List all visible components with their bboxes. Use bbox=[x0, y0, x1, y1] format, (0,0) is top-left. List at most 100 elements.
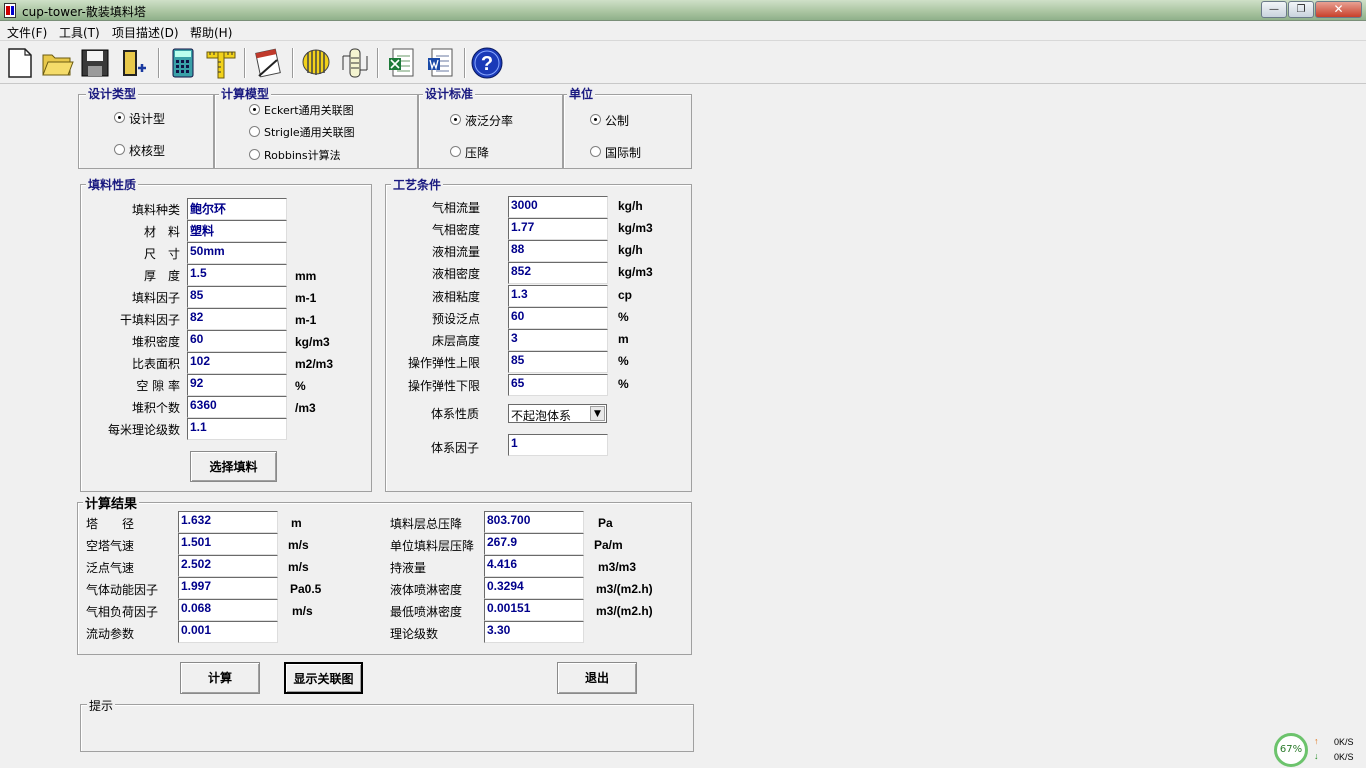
close-button[interactable]: ✕ bbox=[1315, 1, 1362, 18]
new-file-icon[interactable] bbox=[3, 46, 37, 80]
result-value-field[interactable]: 0.068 bbox=[178, 599, 278, 621]
result-label: 理论级数 bbox=[390, 627, 439, 641]
notepad-icon[interactable] bbox=[251, 46, 285, 80]
packing-value-field[interactable]: 6360 bbox=[187, 396, 287, 418]
select-packing-button[interactable]: 选择填料 bbox=[190, 451, 277, 482]
process-value-field[interactable]: 85 bbox=[508, 351, 608, 373]
minimize-button[interactable]: — bbox=[1261, 1, 1287, 18]
result-label: 液体喷淋密度 bbox=[390, 583, 463, 597]
packing-unit: % bbox=[295, 379, 306, 393]
process-value-field[interactable]: 65 bbox=[508, 374, 608, 396]
result-value-field[interactable]: 0.3294 bbox=[484, 577, 584, 599]
process-unit: kg/h bbox=[618, 199, 643, 213]
packing-label: 堆积个数 bbox=[131, 401, 180, 415]
result-value-field[interactable]: 267.9 bbox=[484, 533, 584, 555]
result-value-field[interactable]: 0.001 bbox=[178, 621, 278, 643]
toolbar-separator bbox=[464, 48, 466, 78]
show-chart-button[interactable]: 显示关联图 bbox=[284, 662, 363, 694]
packing-value-field[interactable]: 1.5 bbox=[187, 264, 287, 286]
exit-button[interactable]: 退出 bbox=[557, 662, 637, 694]
packing-value-field[interactable]: 50mm bbox=[187, 242, 287, 264]
process-value-field[interactable]: 1.77 bbox=[508, 218, 608, 240]
menu-help[interactable]: 帮助(H) bbox=[190, 24, 232, 41]
download-arrow-icon: ↓ bbox=[1314, 751, 1319, 761]
result-unit: m bbox=[291, 516, 302, 530]
packing-value-field[interactable]: 塑料 bbox=[187, 220, 287, 242]
cpu-gauge: 67% bbox=[1274, 733, 1308, 767]
packing-value-field[interactable]: 85 bbox=[187, 286, 287, 308]
packing-label: 填料种类 bbox=[131, 203, 180, 217]
word-icon[interactable] bbox=[424, 46, 458, 80]
process-value-field[interactable]: 88 bbox=[508, 240, 608, 262]
exit-door-icon[interactable] bbox=[116, 46, 150, 80]
process-value-field[interactable]: 60 bbox=[508, 307, 608, 329]
pump-icon[interactable] bbox=[299, 46, 333, 80]
result-value-field[interactable]: 2.502 bbox=[178, 555, 278, 577]
packing-value-field[interactable]: 1.1 bbox=[187, 418, 287, 440]
help-icon[interactable]: ? bbox=[470, 46, 504, 80]
calc-model-radio-eckert[interactable] bbox=[249, 104, 260, 115]
result-value-field[interactable]: 4.416 bbox=[484, 555, 584, 577]
packing-value-field[interactable]: 92 bbox=[187, 374, 287, 396]
maximize-button[interactable]: ❐ bbox=[1288, 1, 1314, 18]
design-type-radio-check[interactable] bbox=[114, 144, 125, 155]
network-monitor-widget[interactable]: 67% ↑ 0K/S ↓ 0K/S bbox=[1272, 732, 1366, 768]
svg-text:?: ? bbox=[481, 53, 493, 75]
result-unit: Pa/m bbox=[594, 538, 623, 552]
excel-icon[interactable] bbox=[385, 46, 419, 80]
ruler-icon[interactable] bbox=[204, 46, 238, 80]
hint-group bbox=[80, 704, 694, 752]
calculate-button[interactable]: 计算 bbox=[180, 662, 260, 694]
unit-radio-metric[interactable] bbox=[590, 114, 601, 125]
packing-unit: m-1 bbox=[295, 291, 317, 305]
result-unit: Pa bbox=[598, 516, 613, 530]
process-value-field[interactable]: 852 bbox=[508, 262, 608, 284]
open-folder-icon[interactable] bbox=[40, 46, 74, 80]
result-value-field[interactable]: 803.700 bbox=[484, 511, 584, 533]
process-conditions-title: 工艺条件 bbox=[391, 176, 444, 193]
save-disk-icon[interactable] bbox=[78, 46, 112, 80]
menu-project-desc[interactable]: 项目描述(D) bbox=[112, 24, 179, 41]
result-value-field[interactable]: 3.30 bbox=[484, 621, 584, 643]
result-value-field[interactable]: 1.632 bbox=[178, 511, 278, 533]
process-unit: kg/m3 bbox=[618, 221, 653, 235]
menu-file[interactable]: 文件(F) bbox=[7, 24, 47, 41]
design-standard-radio-pressure[interactable] bbox=[450, 146, 461, 157]
result-value-field[interactable]: 0.00151 bbox=[484, 599, 584, 621]
unit-label-si: 国际制 bbox=[605, 146, 642, 160]
column-icon[interactable] bbox=[338, 46, 372, 80]
unit-radio-si[interactable] bbox=[590, 146, 601, 157]
calc-model-radio-robbins[interactable] bbox=[249, 149, 260, 160]
menu-tools[interactable]: 工具(T) bbox=[59, 24, 100, 41]
calc-model-label-strigle: Strigle通用关联图 bbox=[264, 126, 355, 139]
process-label: 液相粘度 bbox=[431, 290, 480, 304]
packing-label: 干填料因子 bbox=[119, 313, 180, 327]
app-icon[interactable] bbox=[4, 3, 16, 18]
process-label: 气相流量 bbox=[431, 201, 480, 215]
process-value-field[interactable]: 3 bbox=[508, 329, 608, 351]
result-value-field[interactable]: 1.501 bbox=[178, 533, 278, 555]
process-value-field[interactable]: 1.3 bbox=[508, 285, 608, 307]
system-factor-field[interactable]: 1 bbox=[508, 434, 608, 456]
upload-speed: 0K/S bbox=[1334, 737, 1354, 747]
packing-value-field[interactable]: 82 bbox=[187, 308, 287, 330]
calculator-icon[interactable] bbox=[166, 46, 200, 80]
dropdown-arrow-icon[interactable]: ▼ bbox=[590, 406, 605, 421]
design-standard-radio-flood[interactable] bbox=[450, 114, 461, 125]
calc-model-radio-strigle[interactable] bbox=[249, 126, 260, 137]
process-value-field[interactable]: 3000 bbox=[508, 196, 608, 218]
packing-unit: m2/m3 bbox=[295, 357, 334, 371]
process-label: 液相流量 bbox=[431, 245, 480, 259]
result-label: 塔 径 bbox=[86, 517, 135, 531]
system-property-select[interactable]: 不起泡体系 ▼ bbox=[508, 404, 607, 423]
packing-value-field[interactable]: 60 bbox=[187, 330, 287, 352]
result-value-field[interactable]: 1.997 bbox=[178, 577, 278, 599]
design-type-title: 设计类型 bbox=[86, 85, 139, 102]
packing-value-field[interactable]: 102 bbox=[187, 352, 287, 374]
design-type-radio-design[interactable] bbox=[114, 112, 125, 123]
packing-label: 比表面积 bbox=[131, 357, 180, 371]
process-unit: m bbox=[618, 332, 629, 346]
result-label: 气相负荷因子 bbox=[86, 605, 159, 619]
result-label: 气体动能因子 bbox=[86, 583, 159, 597]
packing-value-field[interactable]: 鲍尔环 bbox=[187, 198, 287, 220]
